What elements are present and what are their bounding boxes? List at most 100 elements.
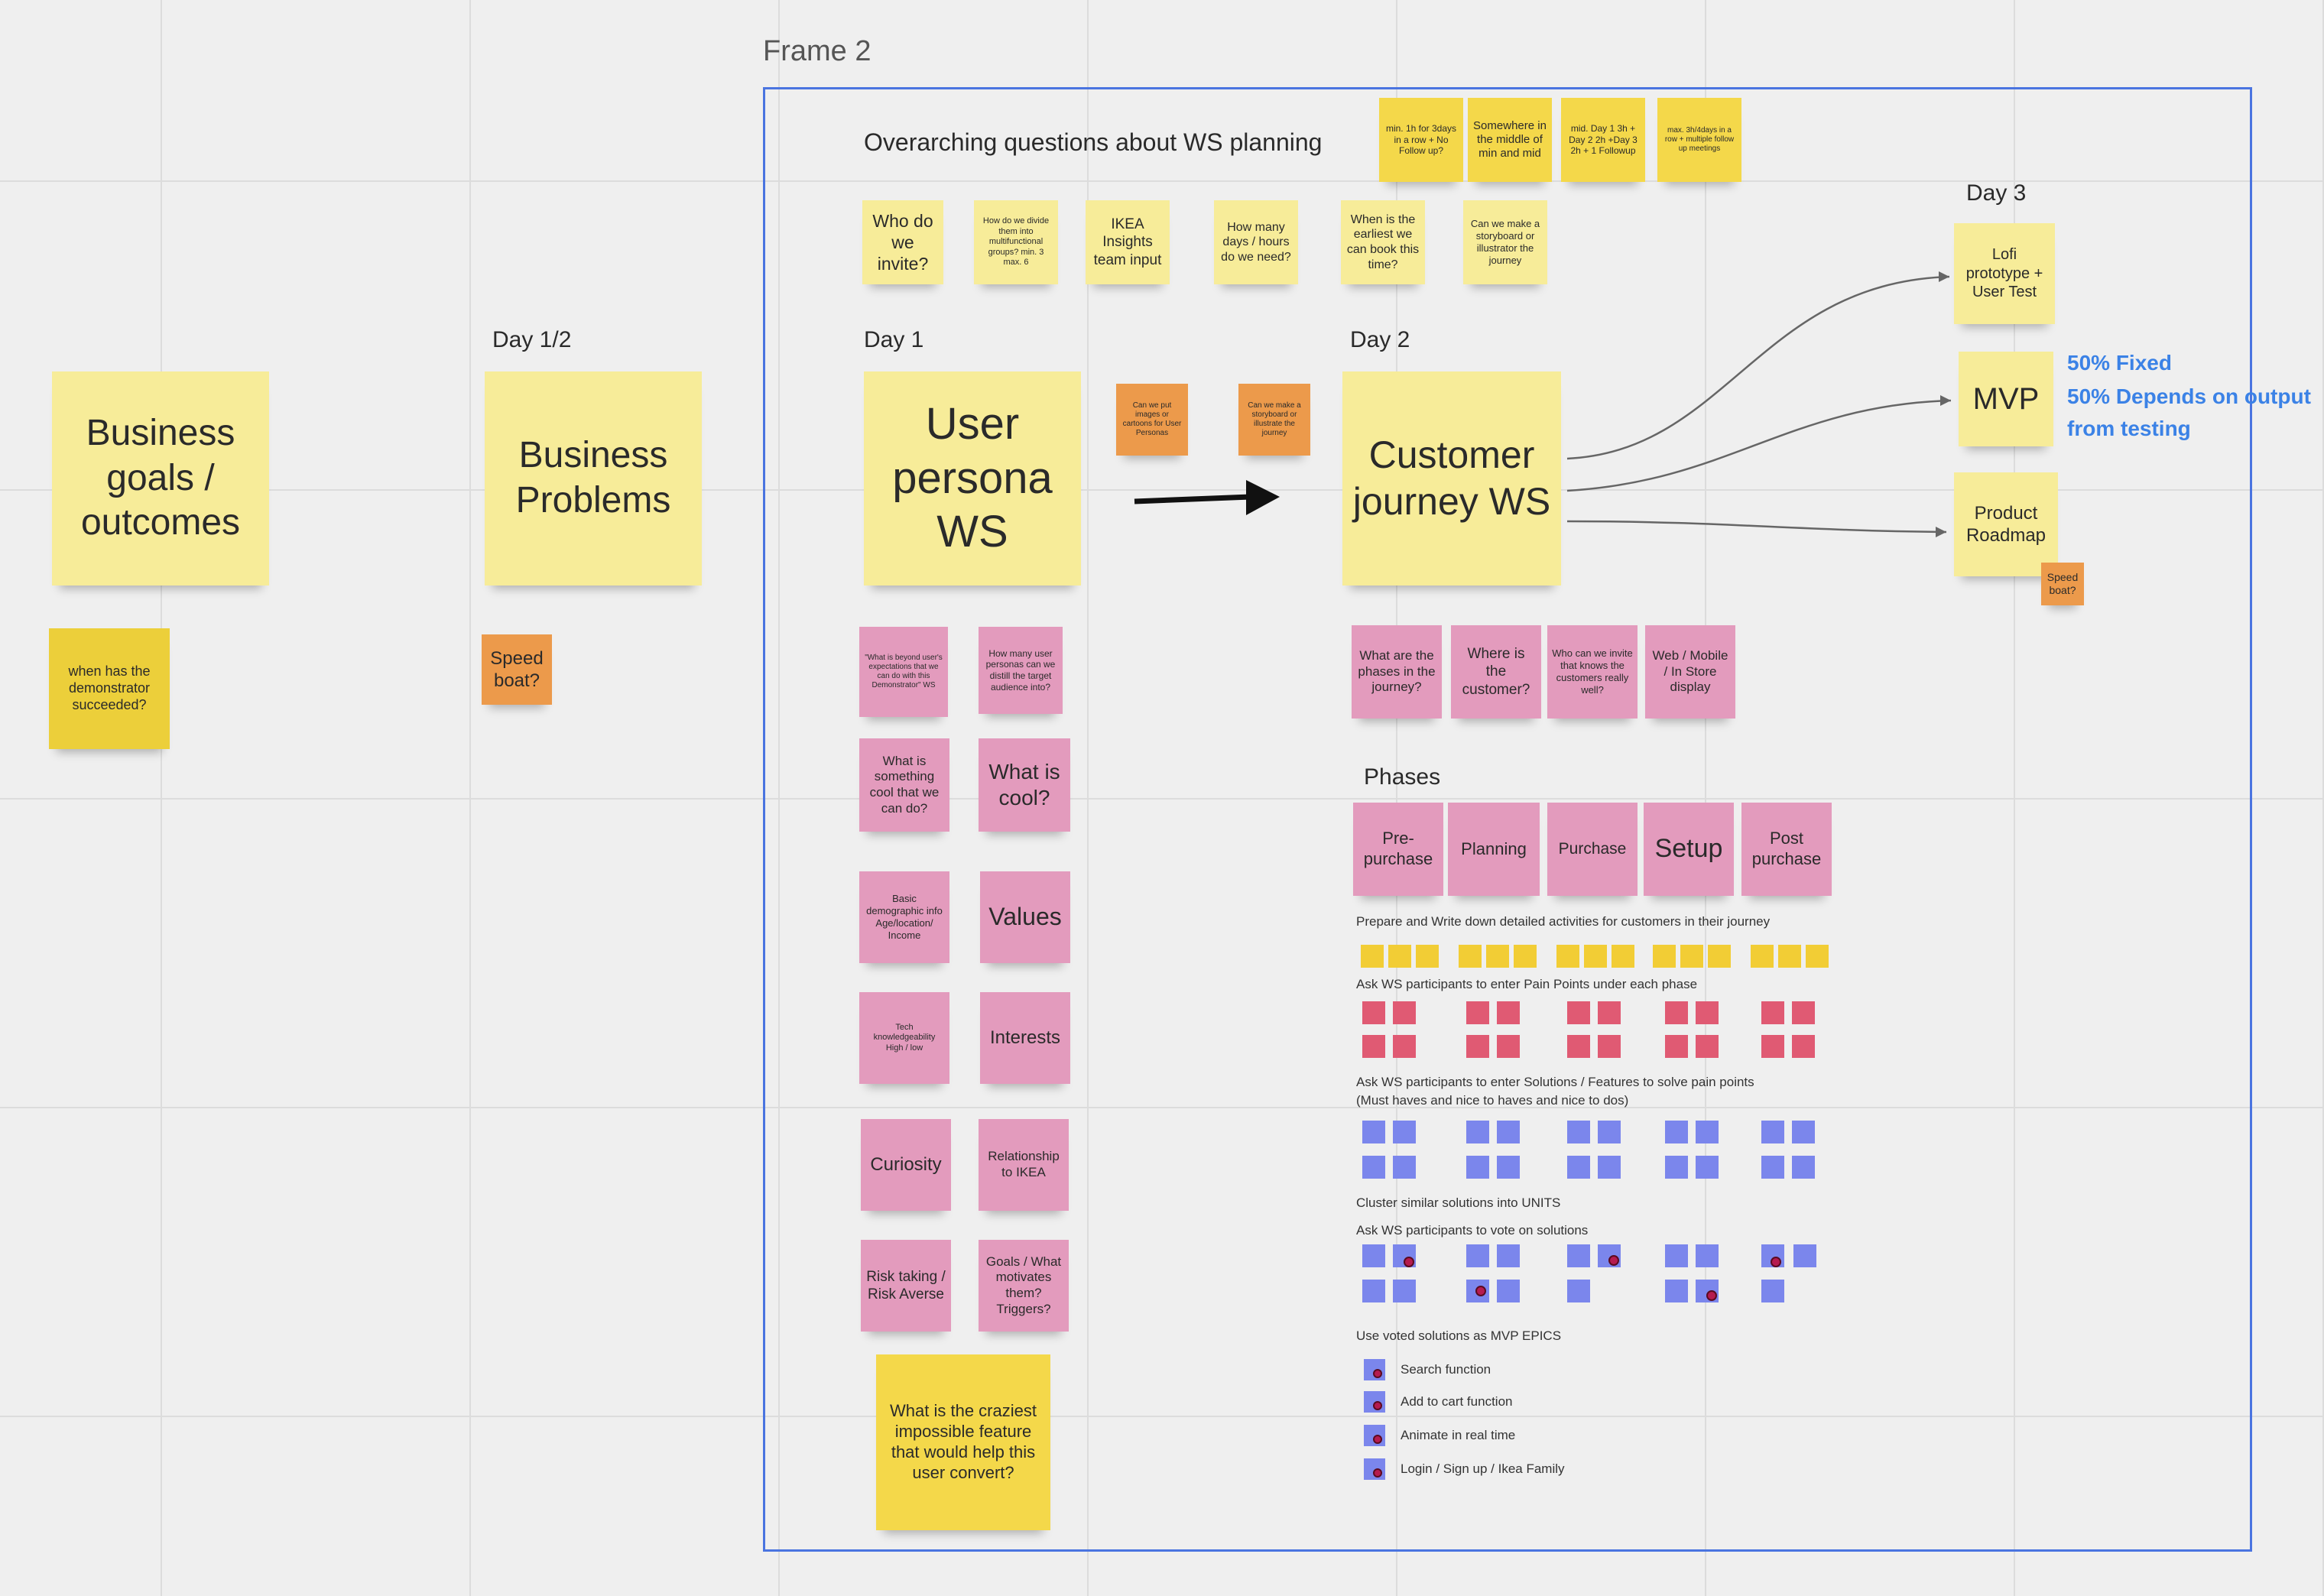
solution-square[interactable] — [1497, 1121, 1520, 1143]
solution-square[interactable] — [1792, 1156, 1815, 1179]
pain-point-square[interactable] — [1466, 1001, 1489, 1024]
pain-point-square[interactable] — [1761, 1001, 1784, 1024]
solution-square[interactable] — [1761, 1121, 1784, 1143]
solution-square[interactable] — [1362, 1156, 1385, 1179]
solution-square[interactable] — [1466, 1121, 1489, 1143]
activity-square[interactable] — [1459, 945, 1482, 968]
pain-point-square[interactable] — [1792, 1001, 1815, 1024]
sticky-risk-taking[interactable]: Risk taking / Risk Averse — [861, 1240, 951, 1332]
activity-square[interactable] — [1584, 945, 1607, 968]
solution-square[interactable] — [1497, 1156, 1520, 1179]
sticky-images-cartoons[interactable]: Can we put images or cartoons for User P… — [1116, 384, 1188, 456]
voted-solution-square[interactable] — [1466, 1244, 1489, 1267]
sticky-goals-motivations[interactable]: Goals / What motivates them? Triggers? — [979, 1240, 1069, 1332]
pain-point-square[interactable] — [1567, 1035, 1590, 1058]
sticky-max-option[interactable]: max. 3h/4days in a row + multiple follow… — [1657, 98, 1741, 182]
epic-search-function[interactable]: Search function — [1364, 1359, 1491, 1380]
phase-setup[interactable]: Setup — [1644, 803, 1734, 896]
voted-solution-square[interactable] — [1761, 1280, 1784, 1302]
sticky-mid-option[interactable]: mid. Day 1 3h + Day 2 2h +Day 3 2h + 1 F… — [1561, 98, 1645, 182]
sticky-who-invite[interactable]: Who do we invite? — [862, 200, 943, 284]
solution-square[interactable] — [1393, 1121, 1416, 1143]
pain-point-square[interactable] — [1598, 1035, 1621, 1058]
pain-point-square[interactable] — [1598, 1001, 1621, 1024]
voted-solution-square[interactable] — [1362, 1244, 1385, 1267]
sticky-beyond-expectations[interactable]: "What is beyond user's expectations that… — [859, 627, 948, 717]
pain-point-square[interactable] — [1665, 1035, 1688, 1058]
activity-square[interactable] — [1708, 945, 1731, 968]
sticky-business-goals[interactable]: Business goals / outcomes — [52, 371, 269, 586]
phase-planning[interactable]: Planning — [1448, 803, 1540, 896]
sticky-earliest-booking[interactable]: When is the earliest we can book this ti… — [1341, 200, 1425, 284]
activity-square[interactable] — [1361, 945, 1384, 968]
sticky-curiosity[interactable]: Curiosity — [861, 1119, 951, 1211]
pain-point-square[interactable] — [1362, 1001, 1385, 1024]
solution-square[interactable] — [1567, 1121, 1590, 1143]
voted-solution-square[interactable] — [1567, 1244, 1590, 1267]
sticky-relationship-ikea[interactable]: Relationship to IKEA — [979, 1119, 1069, 1211]
sticky-business-problems[interactable]: Business Problems — [485, 371, 702, 586]
sticky-somewhere-option[interactable]: Somewhere in the middle of min and mid — [1468, 98, 1552, 182]
sticky-customer-journey-ws[interactable]: Customer journey WS — [1342, 371, 1561, 586]
solution-square[interactable] — [1696, 1121, 1719, 1143]
pain-point-square[interactable] — [1497, 1035, 1520, 1058]
activity-square[interactable] — [1514, 945, 1537, 968]
voted-solution-square[interactable] — [1696, 1244, 1719, 1267]
activity-square[interactable] — [1680, 945, 1703, 968]
sticky-demographic[interactable]: Basic demographic info Age/location/ Inc… — [859, 871, 949, 963]
activity-square[interactable] — [1388, 945, 1411, 968]
voted-solution-square[interactable] — [1793, 1244, 1816, 1267]
activity-square[interactable] — [1416, 945, 1439, 968]
sticky-how-many-personas[interactable]: How many user personas can we distill th… — [979, 627, 1063, 714]
epic-add-to-cart[interactable]: Add to cart function — [1364, 1391, 1512, 1413]
activity-square[interactable] — [1778, 945, 1801, 968]
pain-point-square[interactable] — [1393, 1035, 1416, 1058]
pain-point-square[interactable] — [1792, 1035, 1815, 1058]
pain-point-square[interactable] — [1466, 1035, 1489, 1058]
sticky-speed-boat-left[interactable]: Speed boat? — [482, 634, 552, 705]
pain-point-square[interactable] — [1393, 1001, 1416, 1024]
solution-square[interactable] — [1792, 1121, 1815, 1143]
sticky-lofi-prototype[interactable]: Lofi prototype + User Test — [1954, 223, 2055, 324]
activity-square[interactable] — [1806, 945, 1829, 968]
pain-point-square[interactable] — [1497, 1001, 1520, 1024]
solution-square[interactable] — [1567, 1156, 1590, 1179]
sticky-channels[interactable]: Web / Mobile / In Store display — [1645, 625, 1735, 719]
pain-point-square[interactable] — [1696, 1035, 1719, 1058]
solution-square[interactable] — [1598, 1121, 1621, 1143]
voted-solution-square[interactable] — [1497, 1280, 1520, 1302]
voted-solution-square[interactable] — [1497, 1244, 1520, 1267]
voted-solution-square[interactable] — [1362, 1280, 1385, 1302]
sticky-storyboard-question[interactable]: Can we make a storyboard or illustrator … — [1463, 200, 1547, 284]
sticky-who-knows-customers[interactable]: Who can we invite that knows the custome… — [1547, 625, 1638, 719]
pain-point-square[interactable] — [1567, 1001, 1590, 1024]
voted-solution-square[interactable] — [1665, 1280, 1688, 1302]
solution-square[interactable] — [1598, 1156, 1621, 1179]
solution-square[interactable] — [1665, 1121, 1688, 1143]
activity-square[interactable] — [1486, 945, 1509, 968]
sticky-user-persona-ws[interactable]: User persona WS — [864, 371, 1081, 586]
sticky-min-option[interactable]: min. 1h for 3days in a row + No Follow u… — [1379, 98, 1463, 182]
sticky-speed-boat-day3[interactable]: Speed boat? — [2041, 563, 2084, 605]
epic-login-signup[interactable]: Login / Sign up / Ikea Family — [1364, 1458, 1565, 1480]
pain-point-square[interactable] — [1665, 1001, 1688, 1024]
sticky-tech-knowledge[interactable]: Tech knowledgeability High / low — [859, 992, 949, 1084]
solution-square[interactable] — [1696, 1156, 1719, 1179]
pain-point-square[interactable] — [1696, 1001, 1719, 1024]
sticky-where-customer[interactable]: Where is the customer? — [1451, 625, 1541, 719]
solution-square[interactable] — [1466, 1156, 1489, 1179]
voted-solution-square[interactable] — [1665, 1244, 1688, 1267]
voted-solution-square[interactable] — [1393, 1280, 1416, 1302]
activity-square[interactable] — [1556, 945, 1579, 968]
sticky-values[interactable]: Values — [980, 871, 1070, 963]
activity-square[interactable] — [1612, 945, 1634, 968]
pain-point-square[interactable] — [1362, 1035, 1385, 1058]
solution-square[interactable] — [1393, 1156, 1416, 1179]
sticky-something-cool[interactable]: What is something cool that we can do? — [859, 738, 949, 832]
phase-post-purchase[interactable]: Post purchase — [1741, 803, 1832, 896]
sticky-how-many-days[interactable]: How many days / hours do we need? — [1214, 200, 1298, 284]
sticky-what-is-cool[interactable]: What is cool? — [979, 738, 1070, 832]
activity-square[interactable] — [1653, 945, 1676, 968]
activity-square[interactable] — [1751, 945, 1774, 968]
phase-pre-purchase[interactable]: Pre-purchase — [1353, 803, 1443, 896]
